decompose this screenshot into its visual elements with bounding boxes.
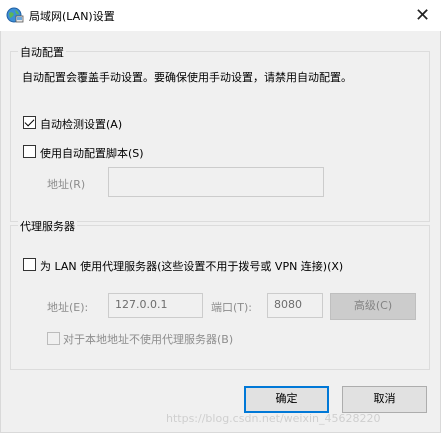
proxy-port-input[interactable]: 8080 [267,293,323,318]
script-address-input[interactable] [108,167,324,197]
bypass-local-label[interactable]: 对于本地地址不使用代理服务器(B) [63,331,233,347]
window-title: 局域网(LAN)设置 [29,10,115,23]
dialog-body: 自动配置 自动配置会覆盖手动设置。要确保使用手动设置，请禁用自动配置。 自动检测… [0,31,441,433]
auto-config-group-title: 自动配置 [18,44,66,60]
watermark-text: https://blog.csdn.net/weixin_45628220 [166,412,381,425]
advanced-button[interactable]: 高级(C) [330,293,416,320]
proxy-group-title: 代理服务器 [18,218,77,234]
auto-config-description: 自动配置会覆盖手动设置。要确保使用手动设置，请禁用自动配置。 [22,71,352,84]
auto-detect-checkbox[interactable] [23,116,36,129]
use-script-label[interactable]: 使用自动配置脚本(S) [40,145,144,161]
proxy-address-input[interactable]: 127.0.0.1 [108,293,203,318]
auto-detect-label[interactable]: 自动检测设置(A) [40,116,122,132]
use-proxy-checkbox[interactable] [23,258,36,271]
title-bar: 局域网(LAN)设置 ✕ [0,0,441,31]
close-icon[interactable]: ✕ [410,3,435,28]
proxy-address-label: 地址(E): [47,301,89,314]
use-proxy-label[interactable]: 为 LAN 使用代理服务器(这些设置不用于拨号或 VPN 连接)(X) [40,258,343,274]
proxy-port-label: 端口(T): [211,301,253,314]
bypass-local-checkbox[interactable] [47,332,60,345]
cancel-button[interactable]: 取消 [342,386,427,413]
use-script-checkbox[interactable] [23,145,36,158]
script-address-label: 地址(R) [47,178,86,191]
ok-button[interactable]: 确定 [244,386,329,413]
network-globe-icon [6,7,24,23]
